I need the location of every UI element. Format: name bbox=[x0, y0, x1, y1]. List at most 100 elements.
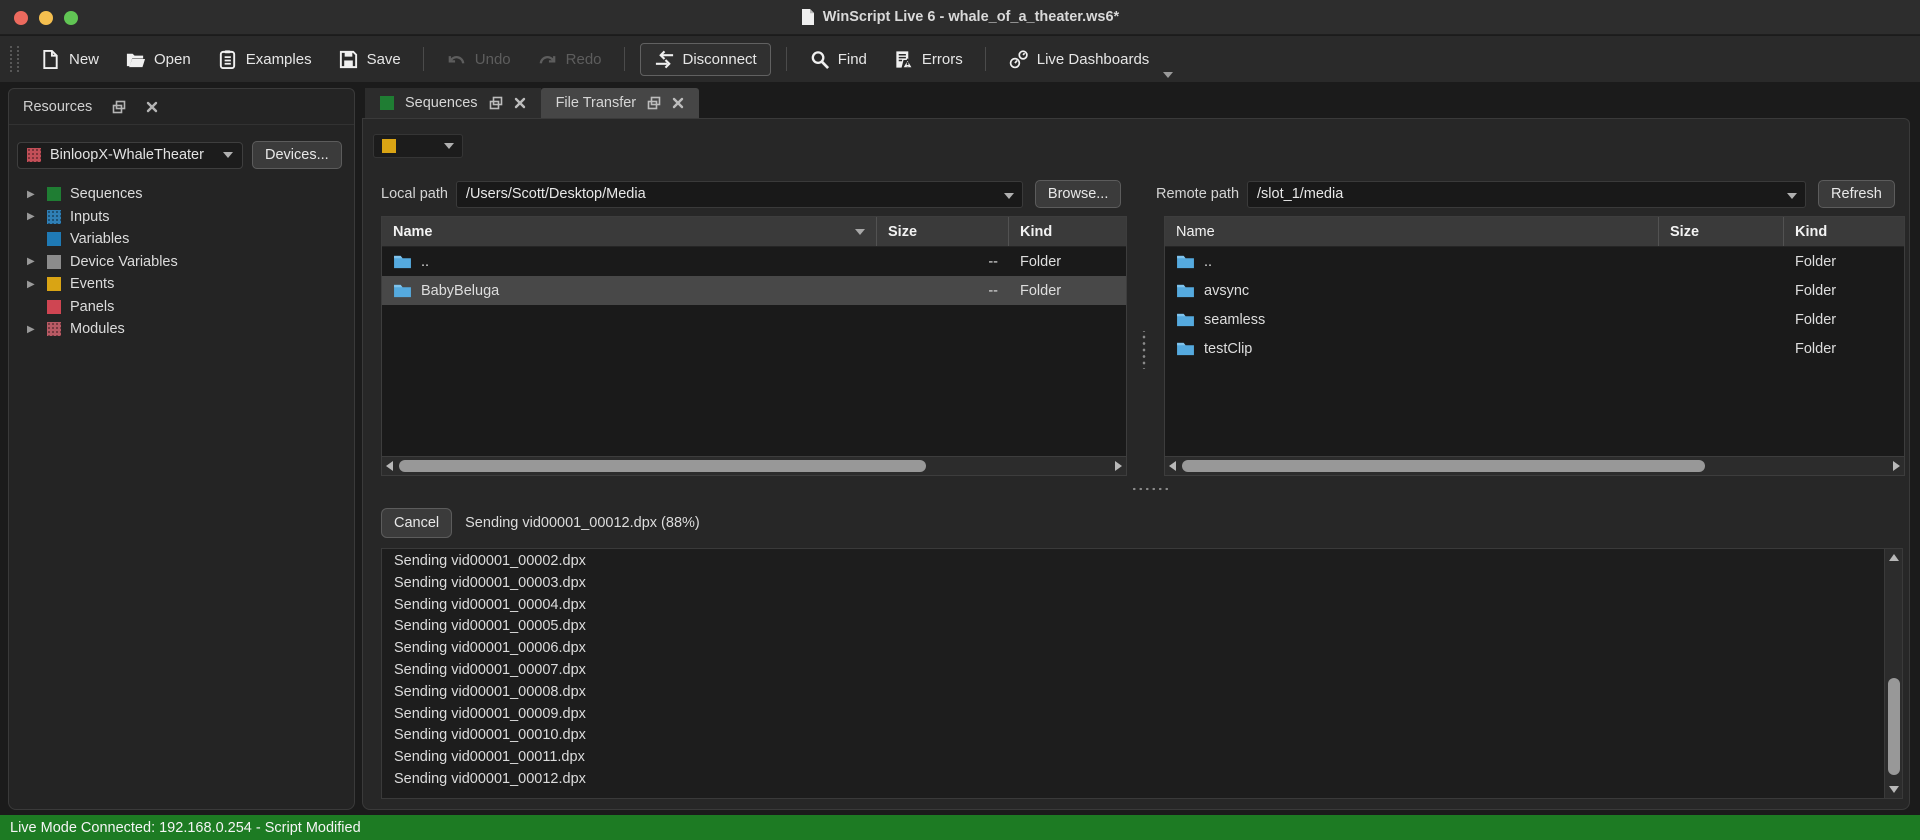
expand-arrow-icon[interactable]: ▶ bbox=[27, 324, 38, 335]
folder-icon bbox=[1176, 283, 1195, 298]
local-horizontal-scrollbar[interactable] bbox=[382, 456, 1126, 475]
expand-arrow-icon[interactable]: ▶ bbox=[27, 256, 38, 267]
toolbar-overflow-chevron[interactable] bbox=[1163, 72, 1173, 78]
resources-tree: ▶ Sequences ▶ Inputs ▶ Variables ▶ Devic… bbox=[9, 183, 354, 341]
scroll-left-arrow-icon[interactable] bbox=[1169, 461, 1176, 471]
examples-clipboard-icon bbox=[217, 49, 238, 70]
expand-arrow-icon[interactable]: ▶ bbox=[27, 189, 38, 200]
column-header-kind[interactable]: Kind bbox=[1784, 217, 1904, 246]
scroll-left-arrow-icon[interactable] bbox=[386, 461, 393, 471]
title-bar: WinScript Live 6 - whale_of_a_theater.ws… bbox=[0, 0, 1920, 35]
save-button[interactable]: Save bbox=[338, 49, 401, 70]
log-line: Sending vid00001_00006.dpx bbox=[394, 638, 1872, 660]
refresh-button[interactable]: Refresh bbox=[1818, 180, 1895, 208]
tree-item-sequences[interactable]: ▶ Sequences bbox=[9, 183, 354, 206]
remote-horizontal-scrollbar[interactable] bbox=[1165, 456, 1904, 475]
log-vertical-scrollbar[interactable] bbox=[1884, 549, 1902, 798]
transfer-status-text: Sending vid00001_00012.dpx (88%) bbox=[465, 515, 700, 531]
scroll-right-arrow-icon[interactable] bbox=[1893, 461, 1900, 471]
resources-panel: Resources BinloopX-WhaleTheater Devices.… bbox=[8, 88, 355, 810]
tab-file-transfer[interactable]: File Transfer bbox=[541, 88, 700, 118]
open-button[interactable]: Open bbox=[125, 49, 191, 70]
dashboards-gauges-icon bbox=[1008, 49, 1029, 70]
table-row[interactable]: testClip Folder bbox=[1165, 334, 1904, 363]
close-tab-icon[interactable] bbox=[672, 97, 684, 109]
live-dashboards-button[interactable]: Live Dashboards bbox=[1008, 49, 1150, 70]
browse-button[interactable]: Browse... bbox=[1035, 180, 1121, 208]
transfer-log: Sending vid00001_00002.dpx Sending vid00… bbox=[381, 548, 1903, 799]
column-header-size[interactable]: Size bbox=[1659, 217, 1784, 246]
table-row[interactable]: avsync Folder bbox=[1165, 276, 1904, 305]
close-window-button[interactable] bbox=[14, 11, 28, 25]
cancel-button[interactable]: Cancel bbox=[381, 508, 452, 538]
table-row[interactable]: .. Folder bbox=[1165, 247, 1904, 276]
expand-arrow-icon[interactable]: ▶ bbox=[27, 279, 38, 290]
expand-arrow-icon[interactable]: ▶ bbox=[27, 211, 38, 222]
tree-item-variables[interactable]: ▶ Variables bbox=[9, 228, 354, 251]
examples-button[interactable]: Examples bbox=[217, 49, 312, 70]
scroll-up-arrow-icon[interactable] bbox=[1889, 554, 1899, 561]
toolbar-separator bbox=[786, 47, 787, 71]
remote-path-label: Remote path bbox=[1156, 186, 1239, 202]
local-path-input[interactable] bbox=[457, 182, 1022, 207]
new-button[interactable]: New bbox=[40, 49, 99, 70]
vertical-splitter-handle[interactable] bbox=[1141, 331, 1147, 369]
chevron-down-icon[interactable] bbox=[1787, 193, 1797, 199]
sequences-color-swatch bbox=[47, 187, 61, 201]
transfer-log-lines: Sending vid00001_00002.dpx Sending vid00… bbox=[394, 551, 1872, 796]
column-header-size[interactable]: Size bbox=[877, 217, 1009, 246]
close-tab-icon[interactable] bbox=[514, 97, 526, 109]
horizontal-splitter-handle[interactable] bbox=[1131, 486, 1169, 492]
scrollbar-thumb[interactable] bbox=[399, 460, 926, 472]
scrollbar-thumb[interactable] bbox=[1888, 678, 1900, 776]
table-row[interactable]: seamless Folder bbox=[1165, 305, 1904, 334]
zoom-window-button[interactable] bbox=[64, 11, 78, 25]
redo-button[interactable]: Redo bbox=[537, 49, 602, 70]
folder-icon bbox=[393, 283, 412, 298]
undo-button[interactable]: Undo bbox=[446, 49, 511, 70]
tree-item-modules[interactable]: ▶ Modules bbox=[9, 318, 354, 341]
tree-item-inputs[interactable]: ▶ Inputs bbox=[9, 206, 354, 229]
device-selector-dropdown[interactable]: BinloopX-WhaleTheater bbox=[17, 142, 243, 169]
local-table-header: Name Size Kind bbox=[382, 217, 1126, 247]
table-row-selected[interactable]: BabyBeluga -- Folder bbox=[382, 276, 1126, 305]
device-color-swatch bbox=[27, 148, 41, 162]
tree-item-device-variables[interactable]: ▶ Device Variables bbox=[9, 251, 354, 274]
float-tab-icon[interactable] bbox=[647, 96, 661, 110]
float-panel-icon[interactable] bbox=[112, 100, 126, 114]
column-header-name[interactable]: Name bbox=[382, 217, 877, 246]
float-tab-icon[interactable] bbox=[489, 96, 503, 110]
disconnect-button[interactable]: Disconnect bbox=[640, 43, 771, 76]
disconnect-arrows-icon bbox=[654, 49, 675, 70]
toolbar-separator bbox=[985, 47, 986, 71]
scroll-down-arrow-icon[interactable] bbox=[1889, 786, 1899, 793]
log-line: Sending vid00001_00005.dpx bbox=[394, 616, 1872, 638]
device-variables-color-swatch bbox=[47, 255, 61, 269]
local-file-table: Name Size Kind .. -- Folder BabyBeluga -… bbox=[381, 216, 1127, 476]
window-title: WinScript Live 6 - whale_of_a_theater.ws… bbox=[823, 9, 1119, 25]
remote-path-input[interactable] bbox=[1248, 182, 1805, 207]
errors-button[interactable]: Errors bbox=[893, 49, 963, 70]
find-button[interactable]: Find bbox=[809, 49, 867, 70]
toolbar-separator bbox=[624, 47, 625, 71]
tree-item-events[interactable]: ▶ Events bbox=[9, 273, 354, 296]
devices-button[interactable]: Devices... bbox=[252, 141, 342, 169]
variables-color-swatch bbox=[47, 232, 61, 246]
sequence-color-dropdown[interactable] bbox=[373, 134, 463, 158]
modules-color-swatch bbox=[47, 322, 61, 336]
table-row[interactable]: .. -- Folder bbox=[382, 247, 1126, 276]
remote-path-row: Remote path Refresh bbox=[1156, 180, 1895, 208]
column-header-name[interactable]: Name bbox=[1165, 217, 1659, 246]
scroll-right-arrow-icon[interactable] bbox=[1115, 461, 1122, 471]
inputs-color-swatch bbox=[47, 210, 61, 224]
minimize-window-button[interactable] bbox=[39, 11, 53, 25]
tab-sequences[interactable]: Sequences bbox=[365, 88, 541, 118]
tree-item-panels[interactable]: ▶ Panels bbox=[9, 296, 354, 319]
column-header-kind[interactable]: Kind bbox=[1009, 217, 1126, 246]
close-panel-icon[interactable] bbox=[146, 101, 158, 113]
toolbar-drag-handle[interactable] bbox=[10, 46, 19, 72]
chevron-down-icon[interactable] bbox=[1004, 193, 1014, 199]
new-document-icon bbox=[40, 49, 61, 70]
scrollbar-thumb[interactable] bbox=[1182, 460, 1705, 472]
local-path-combobox bbox=[456, 181, 1023, 208]
